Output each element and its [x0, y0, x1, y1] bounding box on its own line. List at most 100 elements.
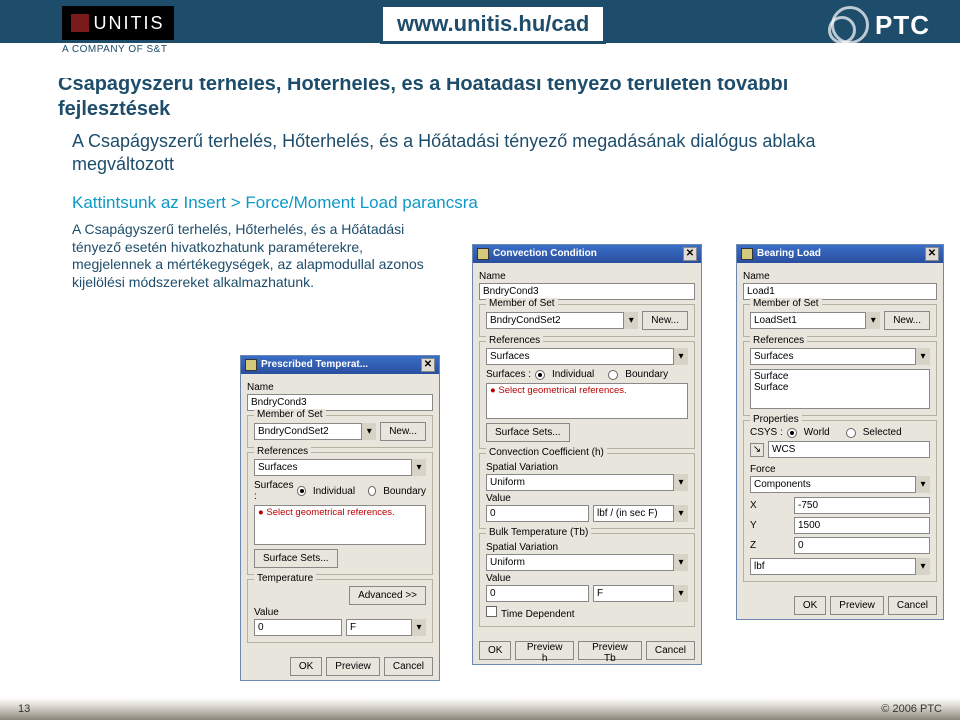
time-dependent-label: Time Dependent — [501, 609, 575, 620]
time-dependent-checkbox[interactable] — [486, 606, 497, 617]
force-type-value[interactable] — [750, 476, 930, 493]
spatial-variation-value[interactable] — [486, 474, 688, 491]
chevron-down-icon[interactable]: ▾ — [411, 619, 426, 636]
spatial-variation-select[interactable]: ▾ — [486, 474, 688, 491]
z-input[interactable] — [794, 537, 930, 554]
chevron-down-icon[interactable]: ▾ — [915, 476, 930, 493]
references-list[interactable]: ● Select geometrical references. — [254, 505, 426, 545]
references-label: References — [486, 335, 543, 346]
unitis-logo: UNITIS — [62, 6, 174, 40]
bulk-value-label: Value — [486, 573, 688, 584]
member-select-value[interactable] — [254, 423, 376, 440]
references-select[interactable]: ▾ — [750, 348, 930, 365]
individual-label: Individual — [313, 486, 355, 497]
references-list[interactable]: Surface Surface — [750, 369, 930, 409]
cancel-button[interactable]: Cancel — [646, 641, 695, 660]
chevron-down-icon[interactable]: ▾ — [673, 505, 688, 522]
member-select[interactable]: ▾ — [486, 312, 638, 329]
ok-button[interactable]: OK — [290, 657, 322, 676]
surface-item: Surface — [754, 371, 926, 382]
chevron-down-icon[interactable]: ▾ — [915, 558, 930, 575]
surfaces-label: Surfaces : — [486, 369, 531, 380]
advanced-button[interactable]: Advanced >> — [349, 586, 426, 605]
new-button[interactable]: New... — [642, 311, 688, 330]
slide-title: Csapágyszerű terhelés, Hőterhelés, és a … — [58, 72, 902, 122]
dialog-titlebar[interactable]: Bearing Load ✕ — [737, 245, 943, 263]
unit-select[interactable]: ▾ — [593, 505, 688, 522]
close-icon[interactable]: ✕ — [421, 358, 435, 372]
page-number: 13 — [18, 703, 30, 715]
cancel-button[interactable]: Cancel — [888, 596, 937, 615]
individual-radio[interactable] — [297, 486, 305, 496]
csys-icon[interactable]: ↘ — [750, 443, 764, 457]
slide-instruction: Kattintsunk az Insert > Force/Moment Loa… — [72, 193, 902, 213]
chevron-down-icon[interactable]: ▾ — [673, 554, 688, 571]
chevron-down-icon[interactable]: ▾ — [361, 423, 376, 440]
logo-mark-icon — [71, 14, 89, 32]
boundary-radio[interactable] — [368, 486, 376, 496]
new-button[interactable]: New... — [380, 422, 426, 441]
chevron-down-icon[interactable]: ▾ — [411, 459, 426, 476]
force-type-select[interactable]: ▾ — [750, 476, 930, 493]
convection-condition-dialog: Convection Condition ✕ Name Member of Se… — [472, 244, 702, 665]
member-select-value[interactable] — [486, 312, 638, 329]
ok-button[interactable]: OK — [479, 641, 511, 660]
references-value[interactable] — [486, 348, 688, 365]
new-button[interactable]: New... — [884, 311, 930, 330]
surface-sets-button[interactable]: Surface Sets... — [486, 423, 570, 442]
copyright: © 2006 PTC — [881, 703, 942, 715]
dialog-titlebar[interactable]: Prescribed Temperat... ✕ — [241, 356, 439, 374]
value-label: Value — [486, 493, 688, 504]
preview-tb-button[interactable]: Preview Tb — [578, 641, 642, 660]
bulk-spatial-value[interactable] — [486, 554, 688, 571]
y-label: Y — [750, 520, 790, 531]
wcs-input[interactable] — [768, 441, 930, 458]
world-radio[interactable] — [787, 428, 797, 438]
references-list[interactable]: ● Select geometrical references. — [486, 383, 688, 419]
surface-sets-button[interactable]: Surface Sets... — [254, 549, 338, 568]
bulk-unit-select[interactable]: ▾ — [593, 585, 688, 602]
chevron-down-icon[interactable]: ▾ — [623, 312, 638, 329]
dialog-title: Bearing Load — [757, 245, 821, 263]
member-select[interactable]: ▾ — [750, 312, 880, 329]
references-select[interactable]: ▾ — [486, 348, 688, 365]
bulk-spatial-label: Spatial Variation — [486, 542, 688, 553]
dialog-titlebar[interactable]: Convection Condition ✕ — [473, 245, 701, 263]
value-input[interactable] — [486, 505, 589, 522]
chevron-down-icon[interactable]: ▾ — [673, 348, 688, 365]
cancel-button[interactable]: Cancel — [384, 657, 433, 676]
chevron-down-icon[interactable]: ▾ — [673, 585, 688, 602]
bulk-value-input[interactable] — [486, 585, 589, 602]
force-unit-value[interactable] — [750, 558, 930, 575]
member-select[interactable]: ▾ — [254, 423, 376, 440]
bulk-spatial-select[interactable]: ▾ — [486, 554, 688, 571]
x-label: X — [750, 500, 790, 511]
ptc-logo: PTC — [831, 6, 930, 44]
y-input[interactable] — [794, 517, 930, 534]
preview-button[interactable]: Preview — [830, 596, 884, 615]
x-input[interactable] — [794, 497, 930, 514]
boundary-radio[interactable] — [608, 370, 618, 380]
selected-radio[interactable] — [846, 428, 856, 438]
close-icon[interactable]: ✕ — [683, 247, 697, 261]
name-label: Name — [247, 382, 433, 393]
preview-button[interactable]: Preview — [326, 657, 380, 676]
ok-button[interactable]: OK — [794, 596, 826, 615]
individual-radio[interactable] — [535, 370, 545, 380]
chevron-down-icon[interactable]: ▾ — [915, 348, 930, 365]
unit-select[interactable]: ▾ — [346, 619, 426, 636]
references-value[interactable] — [254, 459, 426, 476]
references-select[interactable]: ▾ — [254, 459, 426, 476]
close-icon[interactable]: ✕ — [925, 247, 939, 261]
boundary-label: Boundary — [625, 369, 668, 380]
force-unit-select[interactable]: ▾ — [750, 558, 930, 575]
references-value[interactable] — [750, 348, 930, 365]
value-input[interactable] — [254, 619, 342, 636]
force-label: Force — [750, 464, 930, 475]
member-select-value[interactable] — [750, 312, 880, 329]
chevron-down-icon[interactable]: ▾ — [865, 312, 880, 329]
preview-h-button[interactable]: Preview h — [515, 641, 573, 660]
chevron-down-icon[interactable]: ▾ — [673, 474, 688, 491]
member-of-set-label: Member of Set — [486, 298, 558, 309]
dialog-icon — [477, 248, 489, 260]
